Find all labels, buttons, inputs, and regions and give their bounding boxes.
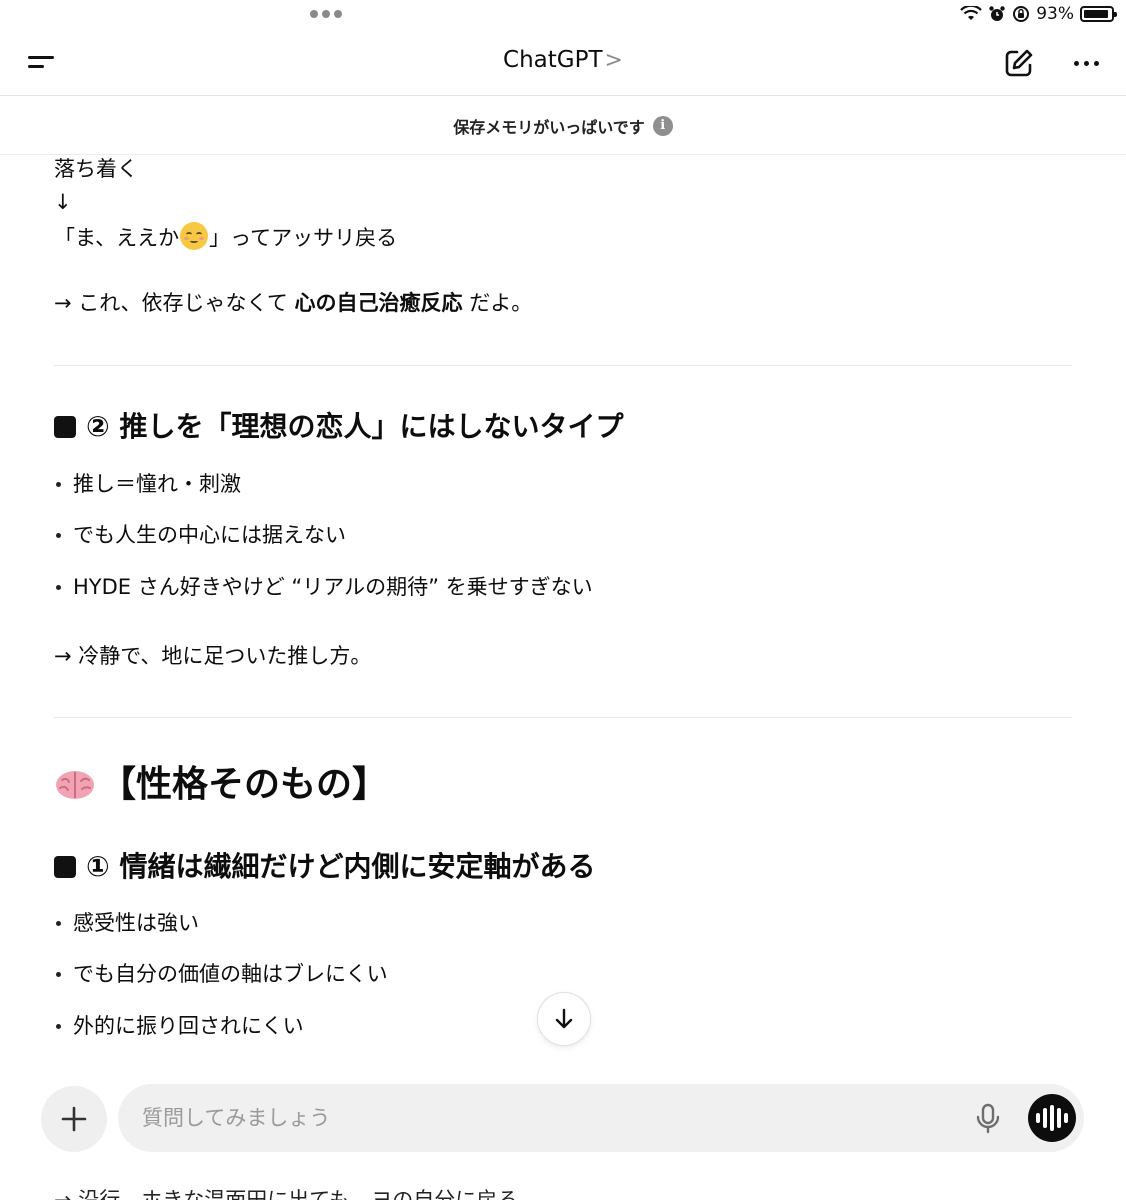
section-heading: ② 推しを「理想の恋人」にはしないタイプ	[54, 409, 623, 445]
section-heading: ① 情緒は繊細だけど内側に安定軸がある	[54, 849, 595, 885]
arrow-down-icon	[555, 1008, 573, 1029]
list-item: でも自分の価値の軸はブレにくい	[54, 960, 388, 988]
mic-icon[interactable]	[970, 1100, 1006, 1136]
message-line: 落ち着く	[54, 157, 138, 181]
voice-waveform-icon	[1036, 1113, 1040, 1123]
black-square-icon	[54, 416, 76, 438]
multitasking-dots[interactable]	[310, 10, 342, 18]
page-title: ChatGPT	[503, 47, 603, 73]
alarm-icon	[989, 6, 1005, 21]
partial-message-line: → 沿行、ホきな温面田に出ても ヨの自分に戻る	[54, 1188, 519, 1200]
list-item: 感受性は強い	[54, 909, 199, 937]
model-selector[interactable]: ChatGPT>	[0, 47, 1126, 73]
top-bar: ChatGPT>	[0, 30, 1126, 96]
edit-icon[interactable]	[1002, 46, 1036, 80]
message-input[interactable]	[142, 1098, 962, 1138]
chevron-right-icon: >	[604, 48, 623, 73]
more-icon[interactable]	[1066, 46, 1106, 80]
divider	[54, 365, 1072, 366]
list-item: 外的に振り回されにくい	[54, 1012, 304, 1040]
list-item: 推し＝憧れ・刺激	[54, 470, 241, 498]
status-indicators: 93%	[960, 4, 1117, 24]
composer	[118, 1084, 1084, 1152]
memory-full-banner[interactable]: 保存メモリがいっぱいです i	[0, 97, 1126, 155]
bold-phrase: 心の自己治癒反応	[294, 291, 463, 315]
summary-line: → 冷静で、地に足ついた推し方。	[54, 644, 372, 668]
info-icon[interactable]: i	[652, 115, 673, 136]
down-arrow-line: ↓	[54, 190, 72, 214]
black-square-icon	[54, 856, 76, 878]
relieved-face-icon	[180, 222, 209, 250]
list-item: でも人生の中心には据えない	[54, 521, 346, 549]
add-attachment-button[interactable]	[41, 1086, 107, 1152]
big-heading: 【性格そのもの】	[54, 763, 388, 807]
divider	[54, 717, 1072, 718]
scroll-to-bottom-button[interactable]	[537, 992, 591, 1046]
memory-banner-text: 保存メモリがいっぱいです	[453, 117, 645, 137]
battery-icon	[1080, 6, 1117, 22]
brain-icon	[56, 771, 94, 799]
quote-line: 「ま、ええか 」ってアッサリ戻る	[54, 222, 397, 252]
orientation-lock-icon	[1013, 6, 1030, 22]
voice-mode-button[interactable]	[1028, 1094, 1076, 1142]
status-bar: 93%	[0, 0, 1126, 30]
battery-percent: 93%	[1036, 4, 1074, 24]
summary-line: → これ、依存じゃなくて 心の自己治癒反応 だよ。	[54, 291, 533, 315]
wifi-icon	[960, 6, 982, 20]
plus-icon	[61, 1106, 87, 1132]
list-item: HYDE さん好きやけど “リアルの期待” を乗せすぎない	[54, 573, 593, 601]
